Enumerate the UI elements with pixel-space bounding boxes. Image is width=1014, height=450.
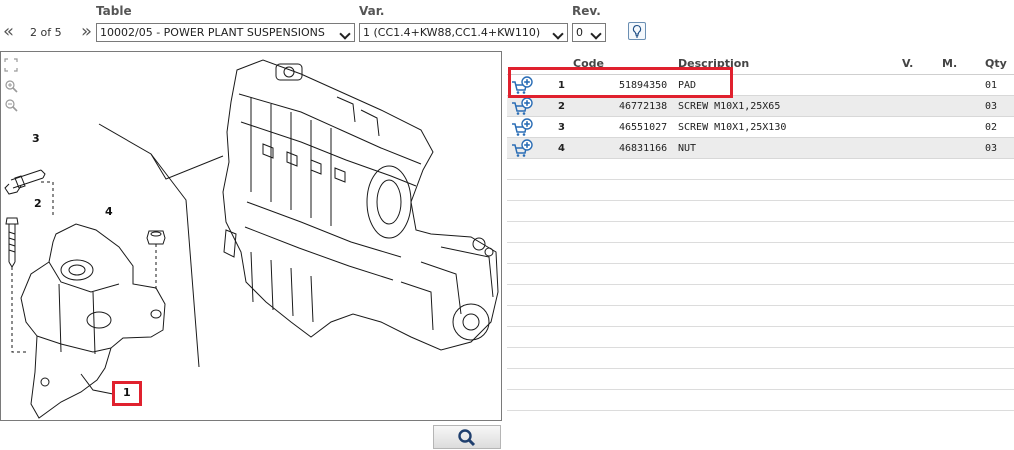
revision-select-value: 0 (576, 26, 583, 39)
empty-row (507, 348, 1014, 369)
revision-select[interactable]: 0 (572, 23, 606, 42)
row-ref: 4 (558, 143, 565, 154)
magnifier-icon (458, 429, 476, 447)
empty-row (507, 390, 1014, 411)
empty-row (507, 243, 1014, 264)
parts-drawing-panel[interactable]: 3 2 4 1 (0, 51, 502, 421)
variant-select-value: 1 (CC1.4+KW88,CC1.4+KW110) (363, 26, 541, 39)
empty-row (507, 369, 1014, 390)
cart-add-icon[interactable] (511, 97, 533, 116)
row-ref: 2 (558, 101, 565, 112)
row-description: SCREW M10X1,25X130 (678, 122, 787, 133)
previous-table-button[interactable]: « (3, 22, 14, 42)
empty-row (507, 264, 1014, 285)
search-button[interactable] (433, 425, 501, 449)
row-description: NUT (678, 143, 697, 154)
empty-row (507, 285, 1014, 306)
callout-4[interactable]: 4 (105, 205, 113, 218)
row-highlight (508, 67, 733, 98)
col-m[interactable]: M. (942, 57, 957, 70)
table-select[interactable]: 10002/05 - POWER PLANT SUSPENSIONS (96, 23, 355, 42)
col-v[interactable]: V. (902, 57, 913, 70)
revision-label: Rev. (572, 4, 601, 18)
empty-row (507, 306, 1014, 327)
table-label: Table (96, 4, 132, 18)
table-select-value: 10002/05 - POWER PLANT SUSPENSIONS (100, 26, 325, 39)
row-code: 46831166 (619, 143, 668, 154)
chevron-down-icon (339, 25, 352, 40)
table-row[interactable]: 2 46772138 SCREW M10X1,25X65 03 (507, 96, 1014, 117)
row-code: 46551027 (619, 122, 668, 133)
callout-3[interactable]: 3 (32, 132, 40, 145)
empty-row (507, 222, 1014, 243)
empty-row (507, 201, 1014, 222)
empty-row (507, 327, 1014, 348)
empty-row (507, 180, 1014, 201)
variant-label: Var. (359, 4, 385, 18)
callout-1[interactable]: 1 (123, 386, 131, 399)
row-qty: 03 (985, 143, 998, 154)
table-row[interactable]: 3 46551027 SCREW M10X1,25X130 02 (507, 117, 1014, 138)
table-row[interactable]: 4 46831166 NUT 03 (507, 138, 1014, 159)
callout-2[interactable]: 2 (34, 197, 42, 210)
chevron-down-icon (590, 25, 603, 40)
row-ref: 3 (558, 122, 565, 133)
cart-add-icon[interactable] (511, 118, 533, 137)
cart-add-icon[interactable] (511, 139, 533, 158)
hint-button[interactable] (628, 22, 646, 40)
table-pager: 2 of 5 (30, 26, 62, 39)
lightbulb-icon (632, 24, 642, 38)
row-code: 46772138 (619, 101, 668, 112)
row-qty: 02 (985, 122, 998, 133)
variant-select[interactable]: 1 (CC1.4+KW88,CC1.4+KW110) (359, 23, 568, 42)
col-qty[interactable]: Qty (985, 57, 1007, 70)
chevron-down-icon (552, 25, 565, 40)
row-description: SCREW M10X1,25X65 (678, 101, 781, 112)
row-qty: 01 (985, 80, 998, 91)
row-qty: 03 (985, 101, 998, 112)
next-table-button[interactable]: » (81, 22, 92, 42)
empty-row (507, 159, 1014, 180)
exploded-view-illustration (4, 59, 499, 419)
parts-table: Code Description V. M. Qty 1 51894350 PA… (507, 54, 1014, 411)
